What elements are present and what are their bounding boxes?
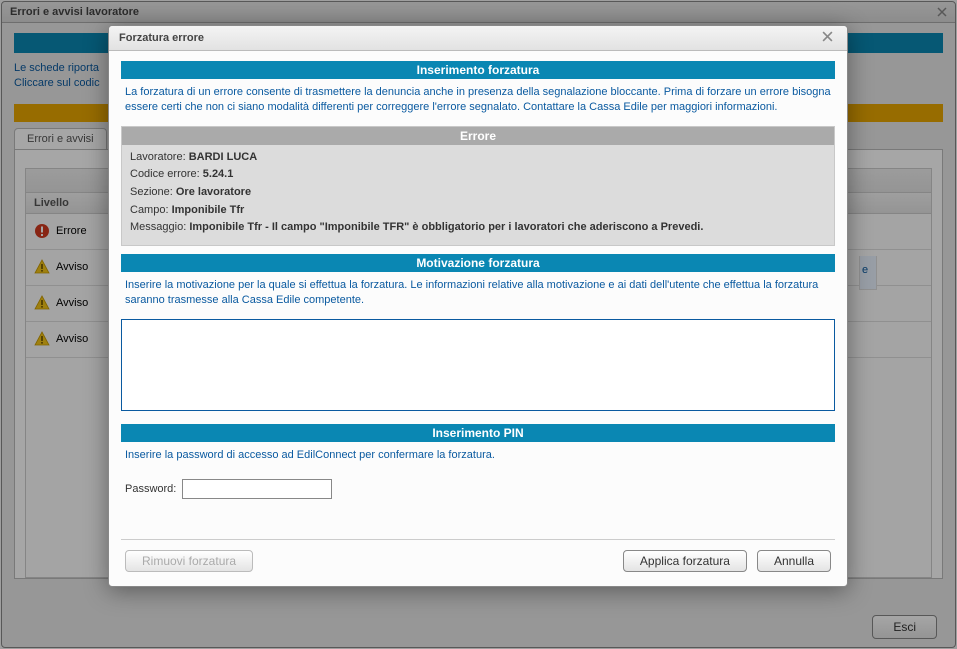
error-box-head: Errore (122, 127, 834, 145)
lavoratore-value: BARDI LUCA (189, 151, 257, 163)
sezione-value: Ore lavoratore (176, 186, 251, 198)
messaggio-value: Imponibile Tfr - Il campo "Imponibile TF… (189, 221, 703, 233)
error-box: Errore Lavoratore: BARDI LUCA Codice err… (121, 126, 835, 246)
messaggio-label: Messaggio: (130, 219, 186, 237)
lavoratore-label: Lavoratore: (130, 149, 186, 167)
section-motivazione: Motivazione forzatura (121, 254, 835, 272)
password-input[interactable] (182, 479, 332, 499)
modal-titlebar: Forzatura errore (109, 26, 847, 51)
rimuovi-forzatura-button[interactable]: Rimuovi forzatura (125, 550, 253, 572)
codice-errore-value: 5.24.1 (203, 168, 234, 180)
modal-title: Forzatura errore (119, 32, 204, 44)
close-icon[interactable] (818, 31, 837, 45)
section-pin: Inserimento PIN (121, 424, 835, 442)
campo-label: Campo: (130, 202, 169, 220)
sezione-label: Sezione: (130, 184, 173, 202)
codice-errore-label: Codice errore: (130, 166, 200, 184)
forzatura-dialog: Forzatura errore Inserimento forzatura L… (108, 25, 848, 587)
pin-help: Inserire la password di accesso ad EdilC… (121, 442, 835, 473)
section-inserimento-forzatura: Inserimento forzatura (121, 61, 835, 79)
password-label: Password: (125, 483, 176, 495)
campo-value: Imponibile Tfr (172, 204, 245, 216)
applica-forzatura-button[interactable]: Applica forzatura (623, 550, 747, 572)
motivazione-help: Inserire la motivazione per la quale si … (121, 272, 835, 319)
motivazione-textarea[interactable] (121, 319, 835, 411)
annulla-button[interactable]: Annulla (757, 550, 831, 572)
intro-text: La forzatura di un errore consente di tr… (121, 79, 835, 126)
